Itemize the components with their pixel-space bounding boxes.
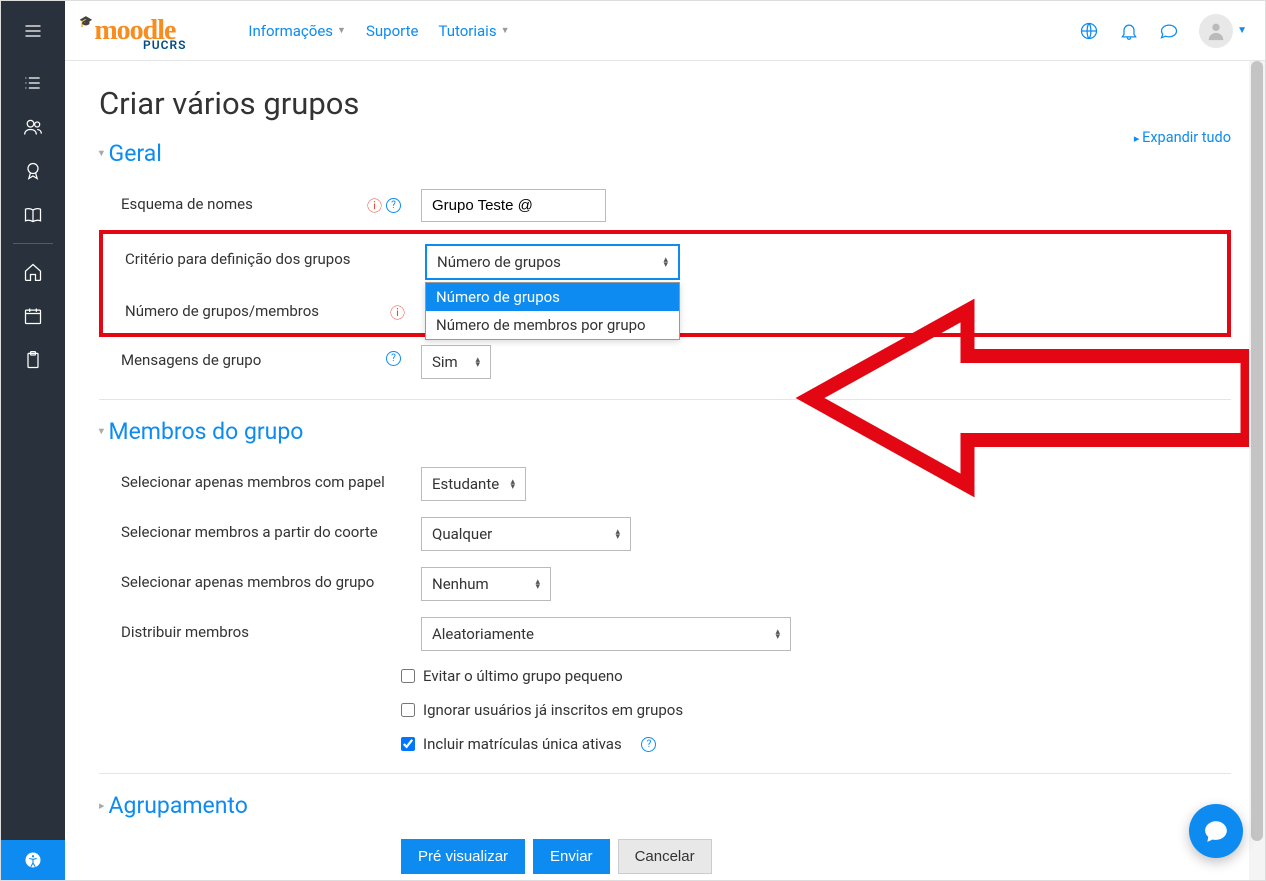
hamburger-icon[interactable] — [1, 1, 65, 61]
help-icon[interactable]: ? — [641, 737, 656, 752]
criteria-dropdown: Número de grupos Número de membros por g… — [425, 282, 680, 340]
allocate-select[interactable]: Aleatoriamente — [421, 617, 791, 651]
avoid-small-label: Evitar o último grupo pequeno — [423, 667, 623, 685]
cancel-button[interactable]: Cancelar — [618, 839, 712, 874]
label-group: Selecionar apenas membros do grupo — [121, 567, 401, 591]
users-icon[interactable] — [1, 105, 65, 149]
logo[interactable]: 🎓 moodle PUCRS — [77, 15, 222, 47]
expand-all-link[interactable]: Expandir tudo — [1134, 129, 1231, 146]
home-icon[interactable] — [1, 250, 65, 294]
chat-fab[interactable] — [1189, 804, 1243, 858]
messages-select[interactable]: Sim — [421, 345, 491, 379]
book-icon[interactable] — [1, 193, 65, 237]
ignore-enrolled-label: Ignorar usuários já inscritos em grupos — [423, 701, 683, 719]
naming-scheme-input[interactable] — [421, 189, 606, 222]
user-menu[interactable]: ▼ — [1199, 14, 1247, 48]
required-icon: ⓘ — [390, 302, 405, 323]
nav-informacoes[interactable]: Informações ▼ — [240, 16, 354, 46]
help-icon[interactable]: ? — [386, 351, 401, 366]
navbar: 🎓 moodle PUCRS Informações ▼ Suporte Tut… — [65, 1, 1265, 61]
group-select[interactable]: Nenhum — [421, 567, 551, 601]
label-cohort: Selecionar membros a partir do coorte — [121, 517, 401, 541]
label-allocate: Distribuir membros — [121, 617, 401, 641]
globe-icon[interactable] — [1079, 21, 1099, 41]
criteria-option-2[interactable]: Número de membros por grupo — [426, 311, 679, 339]
label-count: Número de grupos/membros ⓘ — [125, 296, 405, 323]
avoid-small-checkbox[interactable] — [401, 669, 415, 683]
ignore-enrolled-checkbox[interactable] — [401, 703, 415, 717]
label-criteria: Critério para definição dos grupos — [125, 244, 405, 268]
section-geral-header[interactable]: ▸ Geral — [99, 140, 1231, 167]
bell-icon[interactable] — [1119, 21, 1139, 41]
avatar — [1199, 14, 1233, 48]
nav-tutoriais[interactable]: Tutoriais ▼ — [430, 16, 517, 46]
page-title: Criar vários grupos — [99, 85, 1231, 122]
role-select[interactable]: Estudante — [421, 467, 526, 501]
section-membros-header[interactable]: ▸ Membros do grupo — [99, 418, 1231, 445]
section-agrupamento-header[interactable]: ▸ Agrupamento — [99, 792, 1231, 819]
label-naming-scheme: Esquema de nomes ⓘ? — [121, 189, 401, 216]
scrollbar[interactable] — [1249, 61, 1265, 880]
left-rail — [1, 1, 65, 880]
scrollbar-thumb[interactable] — [1251, 61, 1263, 841]
preview-button[interactable]: Pré visualizar — [401, 839, 525, 874]
nav-suporte[interactable]: Suporte — [358, 16, 426, 46]
only-active-label: Incluir matrículas única ativas — [423, 735, 622, 753]
required-icon: ⓘ — [367, 195, 382, 216]
help-icon[interactable]: ? — [386, 198, 401, 213]
badge-icon[interactable] — [1, 149, 65, 193]
clipboard-icon[interactable] — [1, 338, 65, 382]
submit-button[interactable]: Enviar — [533, 839, 610, 874]
only-active-checkbox[interactable] — [401, 737, 415, 751]
label-messages: Mensagens de grupo ? — [121, 345, 401, 369]
list-icon[interactable] — [1, 61, 65, 105]
calendar-icon[interactable] — [1, 294, 65, 338]
chat-icon[interactable] — [1159, 21, 1179, 41]
criteria-select[interactable]: Número de grupos — [425, 244, 680, 280]
criteria-option-1[interactable]: Número de grupos — [426, 283, 679, 311]
highlighted-region: Critério para definição dos grupos Númer… — [99, 230, 1231, 337]
label-role: Selecionar apenas membros com papel — [121, 467, 401, 491]
cohort-select[interactable]: Qualquer — [421, 517, 631, 551]
accessibility-icon[interactable] — [1, 840, 65, 880]
